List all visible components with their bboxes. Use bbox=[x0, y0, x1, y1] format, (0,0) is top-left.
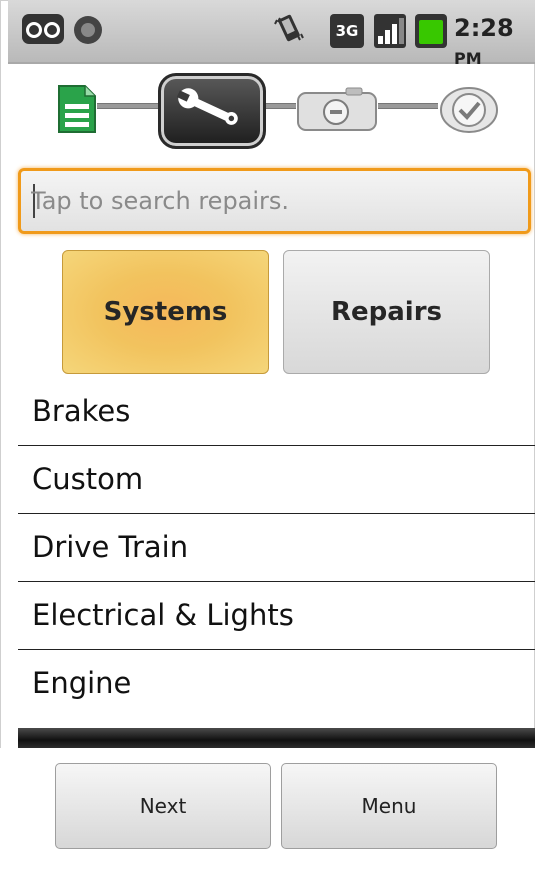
list-item-label: Electrical & Lights bbox=[32, 598, 294, 632]
document-step-icon[interactable] bbox=[57, 84, 97, 134]
search-input[interactable] bbox=[31, 181, 511, 221]
status-bar: 3G 2:28 PM bbox=[8, 0, 535, 68]
list-item[interactable]: Engine bbox=[18, 650, 535, 718]
vibrate-icon bbox=[274, 14, 304, 42]
systems-tab-label: Systems bbox=[103, 297, 228, 327]
repairs-tab-label: Repairs bbox=[330, 297, 443, 327]
list-item[interactable]: Brakes bbox=[18, 378, 535, 446]
step-connector bbox=[378, 103, 438, 109]
list-item-label: Brakes bbox=[32, 394, 131, 428]
menu-button-label: Menu bbox=[361, 794, 417, 818]
bottom-bar: Next Menu bbox=[0, 748, 535, 877]
systems-tab[interactable]: Systems bbox=[62, 250, 269, 374]
battery-icon bbox=[415, 14, 447, 48]
usb-icon bbox=[74, 16, 102, 44]
repairs-tab[interactable]: Repairs bbox=[283, 250, 490, 374]
network-label: 3G bbox=[335, 22, 359, 40]
list-bottom-divider bbox=[18, 728, 535, 748]
next-button[interactable]: Next bbox=[55, 763, 271, 849]
list-item-label: Engine bbox=[32, 666, 132, 700]
list-item[interactable]: Drive Train bbox=[18, 514, 535, 582]
list-item-label: Drive Train bbox=[32, 530, 189, 564]
check-step-icon[interactable] bbox=[438, 85, 500, 135]
search-box[interactable] bbox=[18, 168, 531, 234]
camera-step-icon[interactable] bbox=[296, 87, 378, 132]
systems-list: Brakes Custom Drive Train Electrical & L… bbox=[18, 378, 535, 718]
step-indicator bbox=[0, 62, 535, 167]
next-button-label: Next bbox=[139, 794, 187, 818]
voicemail-icon bbox=[22, 14, 64, 44]
tools-step-icon[interactable] bbox=[158, 73, 266, 149]
clock-time: 2:28 bbox=[454, 14, 514, 42]
signal-icon bbox=[374, 14, 406, 48]
network-3g-icon: 3G bbox=[330, 14, 364, 48]
menu-button[interactable]: Menu bbox=[281, 763, 497, 849]
list-item[interactable]: Electrical & Lights bbox=[18, 582, 535, 650]
step-connector bbox=[97, 103, 158, 109]
list-item[interactable]: Custom bbox=[18, 446, 535, 514]
list-item-label: Custom bbox=[32, 462, 144, 496]
